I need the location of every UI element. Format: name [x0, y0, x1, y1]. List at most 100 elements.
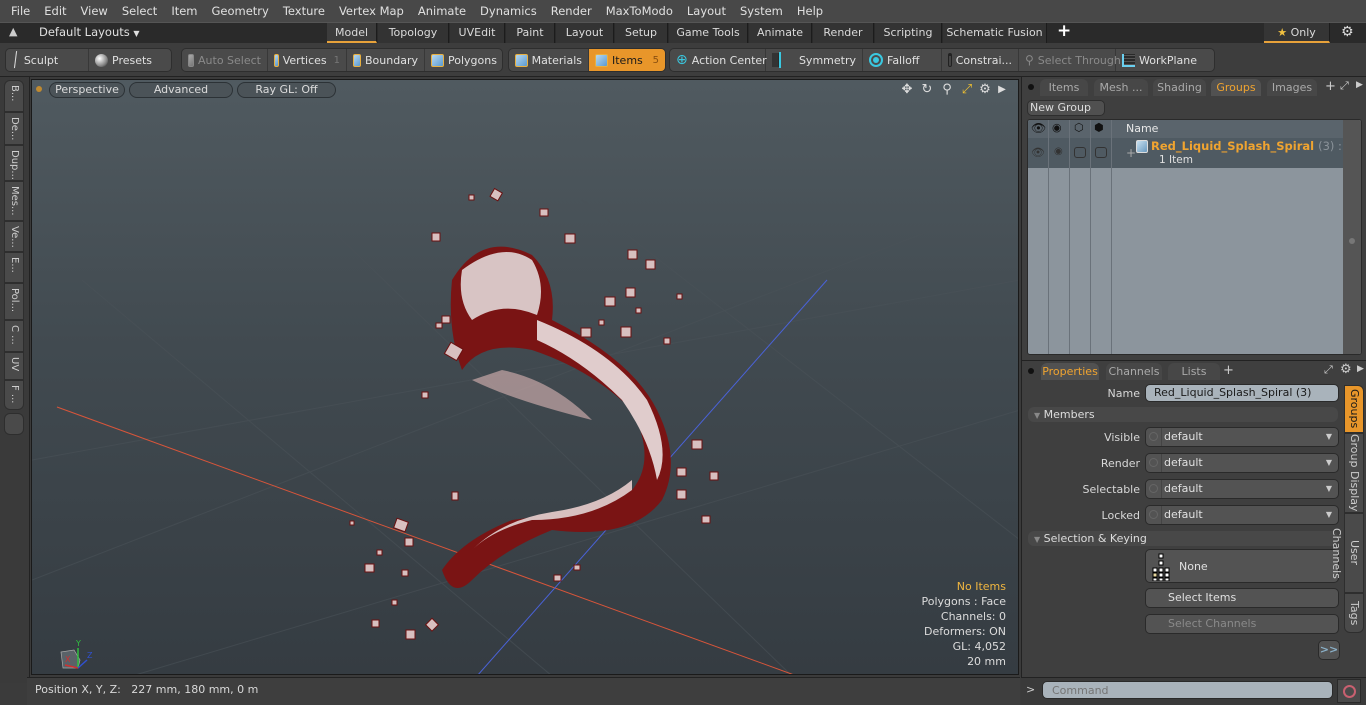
3d-viewport[interactable]: Y X Z Perspective Advanced Ray GL: Off ✥…: [31, 79, 1019, 675]
default-layouts-dropdown[interactable]: Default Layouts ▼: [39, 25, 140, 39]
left-tab-uv[interactable]: UV: [4, 352, 24, 380]
selectable-dropdown[interactable]: default ▼: [1145, 479, 1339, 499]
side-tab-tags[interactable]: Tags: [1344, 593, 1364, 633]
items-button[interactable]: Items 5: [589, 49, 665, 71]
constraints-button[interactable]: Constrai...: [942, 49, 1019, 71]
select-through-button[interactable]: ⚲ Select Through: [1019, 49, 1121, 71]
menu-maxtomodo[interactable]: MaxToModo: [599, 0, 680, 22]
left-tab-fusion[interactable]: F ...: [4, 380, 24, 410]
advanced-button[interactable]: Advanced: [129, 82, 233, 98]
tab-model[interactable]: Model: [327, 23, 377, 43]
new-group-button[interactable]: New Group: [1027, 100, 1105, 116]
menu-edit[interactable]: Edit: [37, 0, 73, 22]
left-tab-extra[interactable]: [4, 413, 24, 435]
menu-render[interactable]: Render: [544, 0, 599, 22]
tab-properties[interactable]: Properties: [1041, 363, 1099, 380]
action-center-button[interactable]: ⊕ Action Center: [670, 49, 767, 71]
select-channels-button[interactable]: Select Channels: [1145, 614, 1339, 634]
panel-arrow-icon[interactable]: ▶: [1356, 80, 1363, 90]
render-camera-icon[interactable]: ◉: [1052, 121, 1062, 134]
pan-move-icon[interactable]: ✥: [899, 82, 915, 98]
add-tab-icon[interactable]: +: [1325, 79, 1336, 94]
tab-schematic-fusion[interactable]: Schematic Fusion: [943, 23, 1047, 43]
none-selection-button[interactable]: None: [1145, 549, 1339, 583]
group-row[interactable]: 👁 ◉ + Red_Liquid_Splash_Spiral (3) : G..…: [1028, 138, 1361, 168]
menu-vertex-map[interactable]: Vertex Map: [332, 0, 411, 22]
falloff-button[interactable]: Falloff: [863, 49, 942, 71]
locked-cube-icon[interactable]: ⬢: [1094, 121, 1104, 134]
locked-dropdown[interactable]: default ▼: [1145, 505, 1339, 525]
menu-dynamics[interactable]: Dynamics: [473, 0, 544, 22]
tab-shading[interactable]: Shading: [1153, 79, 1206, 96]
left-tab-duplicate[interactable]: Dup...: [4, 145, 24, 181]
symmetry-button[interactable]: Symmetry: [766, 49, 863, 71]
side-tab-user-channels[interactable]: User Channels: [1330, 513, 1364, 593]
side-tab-groups[interactable]: Groups: [1344, 385, 1364, 433]
maximize-icon[interactable]: ⤢: [959, 82, 975, 98]
left-tab-deform[interactable]: De...: [4, 112, 24, 145]
viewport-arrow-right-icon[interactable]: ▶: [994, 82, 1010, 98]
selection-keying-section-header[interactable]: ▼ Selection & Keying: [1028, 531, 1338, 546]
more-button[interactable]: >>: [1318, 640, 1340, 660]
menu-system[interactable]: System: [733, 0, 790, 22]
menu-geometry[interactable]: Geometry: [205, 0, 276, 22]
name-column-header[interactable]: Name: [1126, 122, 1158, 135]
row-locked-checkbox[interactable]: [1095, 147, 1107, 158]
animate-dot-icon[interactable]: [1149, 432, 1158, 441]
vertices-button[interactable]: Vertices 1: [268, 49, 347, 71]
groups-scrollbar[interactable]: [1343, 120, 1361, 354]
add-tab-icon[interactable]: +: [1223, 363, 1234, 378]
side-tab-group-display[interactable]: Group Display: [1344, 433, 1364, 513]
collapse-up-icon[interactable]: ▲: [9, 25, 17, 38]
visible-dropdown[interactable]: default ▼: [1145, 427, 1339, 447]
row-selectable-checkbox[interactable]: [1074, 147, 1086, 158]
tab-setup[interactable]: Setup: [615, 23, 668, 43]
perspective-button[interactable]: Perspective: [49, 82, 125, 98]
tab-paint[interactable]: Paint: [506, 23, 555, 43]
animate-dot-icon[interactable]: [1149, 458, 1158, 467]
menu-file[interactable]: File: [4, 0, 37, 22]
row-camera-icon[interactable]: ◉: [1054, 146, 1063, 157]
render-dropdown[interactable]: default ▼: [1145, 453, 1339, 473]
auto-select-button[interactable]: Auto Select: [182, 49, 268, 71]
polygons-button[interactable]: Polygons: [425, 49, 502, 71]
menu-view[interactable]: View: [74, 0, 115, 22]
tab-render[interactable]: Render: [813, 23, 874, 43]
tab-topology[interactable]: Topology: [378, 23, 449, 43]
workplane-button[interactable]: WorkPlane: [1116, 49, 1203, 71]
record-macro-button[interactable]: [1337, 679, 1361, 703]
tab-animate[interactable]: Animate: [749, 23, 812, 43]
sculpt-button[interactable]: ╱ Sculpt: [6, 49, 89, 71]
rotate-icon[interactable]: ↻: [919, 82, 935, 98]
tab-uvedit[interactable]: UVEdit: [450, 23, 505, 43]
add-tab-button[interactable]: +: [1057, 21, 1071, 41]
left-tab-basic[interactable]: B...: [4, 80, 24, 112]
viewport-gear-icon[interactable]: ⚙: [977, 82, 993, 98]
boundary-button[interactable]: Boundary: [347, 49, 425, 71]
tab-game-tools[interactable]: Game Tools: [669, 23, 748, 43]
tab-scripting[interactable]: Scripting: [875, 23, 942, 43]
zoom-magnifier-icon[interactable]: ⚲: [939, 82, 955, 98]
menu-animate[interactable]: Animate: [411, 0, 473, 22]
expand-icon[interactable]: ⤢: [1340, 79, 1349, 93]
panel-arrow-icon[interactable]: ▶: [1357, 364, 1364, 374]
animate-dot-icon[interactable]: [1149, 484, 1158, 493]
expand-icon[interactable]: ⤢: [1324, 363, 1333, 377]
row-eye-icon[interactable]: 👁: [1031, 146, 1045, 159]
left-tab-mesh-edit[interactable]: Mes...: [4, 181, 24, 221]
viewport-status-dot[interactable]: [36, 86, 42, 92]
members-section-header[interactable]: ▼ Members: [1028, 407, 1338, 422]
name-input[interactable]: Red_Liquid_Splash_Spiral (3): [1145, 384, 1339, 402]
tab-items[interactable]: Items: [1040, 79, 1088, 96]
gear-icon[interactable]: ⚙: [1341, 24, 1354, 40]
presets-button[interactable]: Presets: [89, 49, 158, 71]
menu-texture[interactable]: Texture: [276, 0, 332, 22]
raygl-button[interactable]: Ray GL: Off: [237, 82, 336, 98]
animate-dot-icon[interactable]: [1149, 510, 1158, 519]
menu-help[interactable]: Help: [790, 0, 830, 22]
left-tab-curve[interactable]: C ...: [4, 320, 24, 352]
left-tab-vertex[interactable]: Ve...: [4, 221, 24, 252]
tab-layout[interactable]: Layout: [556, 23, 614, 43]
menu-layout[interactable]: Layout: [680, 0, 733, 22]
tab-images[interactable]: Images: [1267, 79, 1317, 96]
